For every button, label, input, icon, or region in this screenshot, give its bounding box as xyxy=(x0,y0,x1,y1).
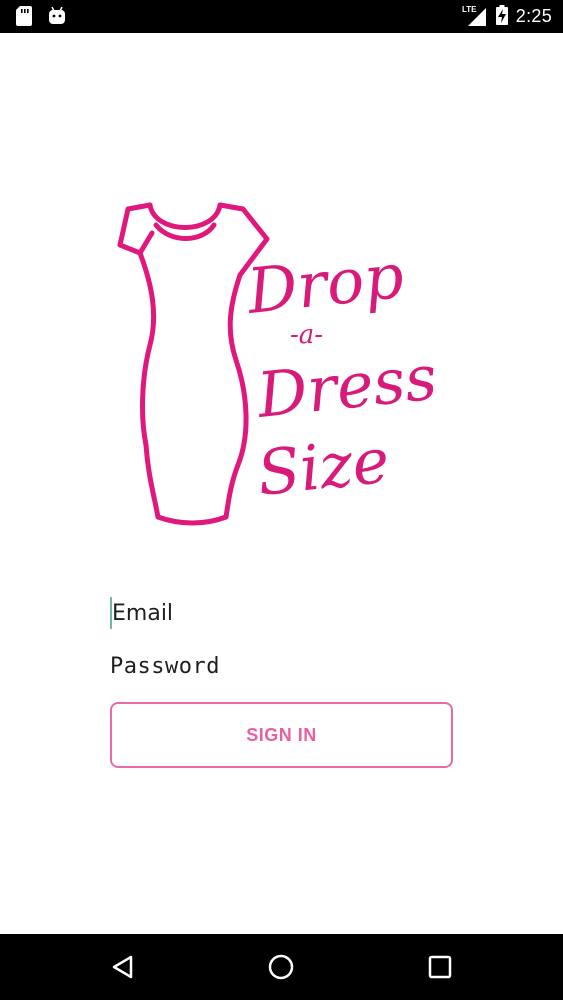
email-placeholder: Email xyxy=(112,600,174,626)
back-button[interactable] xyxy=(107,951,139,983)
logo-line-size: Size xyxy=(254,424,393,510)
android-icon xyxy=(48,6,66,29)
battery-charging-icon xyxy=(495,4,508,29)
network-label: LTE xyxy=(462,5,477,14)
login-screen: LTE 2:25 Drop -a- Dress Size Email Passw… xyxy=(0,0,563,1000)
back-icon xyxy=(112,955,133,979)
password-field[interactable]: Password xyxy=(110,646,453,686)
clock-time: 2:25 xyxy=(515,6,552,26)
home-button[interactable] xyxy=(265,951,297,983)
recents-button[interactable] xyxy=(424,951,456,983)
sign-in-label: SIGN IN xyxy=(246,724,317,745)
navigation-bar xyxy=(0,934,563,1000)
logo-line-dress: Dress xyxy=(253,341,440,432)
home-icon xyxy=(268,954,294,980)
drop-a-dress-size-logo: Drop -a- Dress Size xyxy=(117,202,440,526)
sd-card-icon xyxy=(16,6,32,30)
dress-icon xyxy=(117,202,270,526)
email-field[interactable]: Email xyxy=(110,593,453,633)
sign-in-button[interactable]: SIGN IN xyxy=(110,702,453,768)
recents-icon xyxy=(428,955,452,979)
logo-line-drop: Drop xyxy=(243,239,407,328)
status-bar: LTE 2:25 xyxy=(0,0,563,33)
logo-line-a: -a- xyxy=(290,320,323,350)
lte-signal-icon: LTE xyxy=(462,4,488,30)
password-placeholder: Password xyxy=(110,653,220,679)
